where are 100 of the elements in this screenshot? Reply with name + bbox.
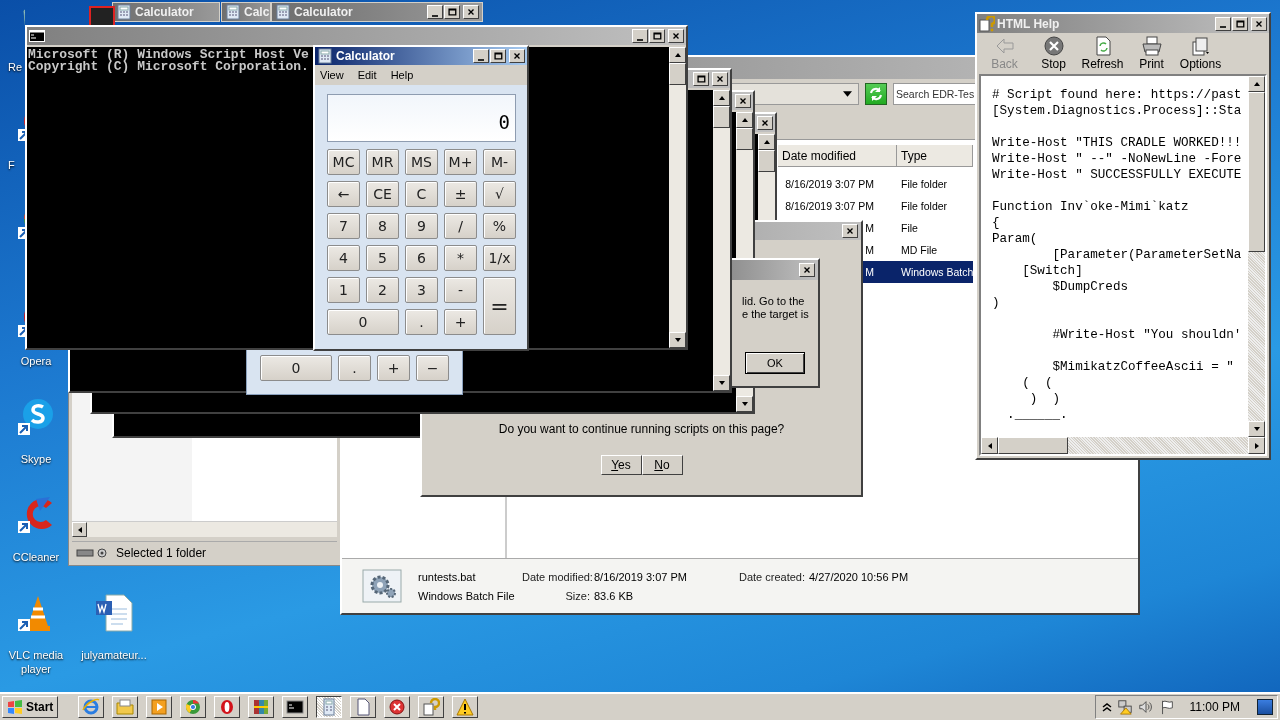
scroll-button[interactable]: [669, 332, 686, 348]
table-cell[interactable]: File: [897, 217, 973, 239]
scroll-thumb[interactable]: [736, 128, 753, 150]
scroll-button[interactable]: [72, 522, 87, 537]
calculator-key[interactable]: 7: [327, 213, 360, 239]
stop-button[interactable]: Stop: [1029, 33, 1078, 73]
menu-item[interactable]: Edit: [357, 69, 377, 81]
calculator-key[interactable]: 0: [260, 355, 332, 381]
start-button[interactable]: Start: [2, 696, 59, 718]
table-cell[interactable]: 8/16/2019 3:07 PM: [783, 195, 897, 217]
calculator-key[interactable]: 0: [327, 309, 399, 335]
maximize-button[interactable]: [649, 29, 665, 43]
scroll-thumb[interactable]: [758, 150, 775, 172]
scroll-button[interactable]: [1248, 421, 1265, 437]
minimize-button[interactable]: [1215, 16, 1231, 31]
print-button[interactable]: Print: [1127, 33, 1176, 73]
minimize-button[interactable]: [427, 5, 443, 19]
scroll-button[interactable]: [736, 112, 753, 128]
column-header[interactable]: Type: [897, 145, 973, 167]
calculator-key[interactable]: %: [483, 213, 516, 239]
scroll-thumb[interactable]: [998, 437, 1068, 454]
calculator-key[interactable]: .: [405, 309, 438, 335]
calculator-key[interactable]: 1: [327, 277, 360, 303]
ok-button[interactable]: OK: [745, 352, 805, 374]
calculator-key[interactable]: +: [444, 309, 477, 335]
close-button[interactable]: [509, 49, 525, 63]
show-desktop-button[interactable]: [1257, 699, 1273, 715]
close-button[interactable]: [1251, 16, 1267, 31]
calculator-key[interactable]: ←: [327, 181, 360, 207]
close-button[interactable]: [842, 224, 858, 238]
scroll-button[interactable]: [713, 375, 730, 391]
maximize-button[interactable]: [490, 49, 506, 63]
calculator-key[interactable]: 3: [405, 277, 438, 303]
calculator-key[interactable]: 5: [366, 245, 399, 271]
table-cell[interactable]: File folder: [897, 173, 973, 195]
scroll-button[interactable]: [1248, 437, 1265, 454]
calculator-key[interactable]: 2: [366, 277, 399, 303]
maximize-button[interactable]: [444, 5, 460, 19]
close-button[interactable]: [757, 116, 773, 130]
yes-button[interactable]: Yes: [600, 455, 642, 475]
refresh-button[interactable]: [865, 83, 887, 105]
scroll-thumb[interactable]: [1248, 92, 1265, 252]
calculator-key[interactable]: CE: [366, 181, 399, 207]
calculator-key[interactable]: M-: [483, 149, 516, 175]
no-button[interactable]: No: [641, 455, 683, 475]
minimize-button[interactable]: [473, 49, 489, 63]
calculator-key[interactable]: MC: [327, 149, 360, 175]
calculator-key[interactable]: 6: [405, 245, 438, 271]
calculator-key[interactable]: =: [483, 277, 516, 335]
calculator-key[interactable]: +: [377, 355, 410, 381]
calculator-key[interactable]: MR: [366, 149, 399, 175]
options-button[interactable]: Options: [1176, 33, 1225, 73]
document-icon[interactable]: [94, 593, 134, 633]
close-button[interactable]: [799, 263, 815, 277]
table-cell[interactable]: MD File: [897, 239, 973, 261]
menu-item[interactable]: Help: [390, 69, 414, 81]
scroll-button[interactable]: [981, 437, 998, 454]
table-cell[interactable]: File folder: [897, 195, 973, 217]
table-cell[interactable]: Windows Batch: [897, 261, 973, 283]
speaker-icon[interactable]: [1137, 699, 1154, 715]
calculator-key[interactable]: /: [444, 213, 477, 239]
calculator-key[interactable]: 9: [405, 213, 438, 239]
calculator-key[interactable]: −: [416, 355, 449, 381]
dropdown-icon[interactable]: [843, 90, 852, 98]
close-button[interactable]: [463, 5, 479, 19]
scrollbar[interactable]: [72, 521, 337, 537]
scroll-button[interactable]: [713, 90, 730, 106]
close-button[interactable]: [735, 94, 751, 108]
calculator-key[interactable]: *: [444, 245, 477, 271]
scrollbar[interactable]: [981, 437, 1265, 454]
close-button[interactable]: [668, 29, 684, 43]
clock[interactable]: 11:00 PM: [1189, 700, 1240, 714]
calculator-key[interactable]: ±: [444, 181, 477, 207]
calculator-key[interactable]: -: [444, 277, 477, 303]
minimize-button[interactable]: [632, 29, 648, 43]
scroll-button[interactable]: [758, 134, 775, 150]
calculator-key[interactable]: M+: [444, 149, 477, 175]
close-button[interactable]: [712, 72, 728, 86]
maximize-button[interactable]: [693, 72, 709, 86]
search-field[interactable]: Search EDR-Tes: [893, 83, 975, 105]
calculator-key[interactable]: 1/x: [483, 245, 516, 271]
calculator-key[interactable]: C: [405, 181, 438, 207]
table-cell[interactable]: M: [863, 239, 897, 261]
calculator-key[interactable]: √: [483, 181, 516, 207]
calculator-key[interactable]: 8: [366, 213, 399, 239]
table-cell[interactable]: M: [863, 217, 897, 239]
refresh-button[interactable]: Refresh: [1078, 33, 1127, 73]
table-cell[interactable]: 8/16/2019 3:07 PM: [783, 173, 897, 195]
calculator-key[interactable]: 4: [327, 245, 360, 271]
menu-item[interactable]: View: [320, 69, 344, 81]
skype-icon[interactable]: [16, 397, 56, 437]
taskbar-button[interactable]: [316, 696, 343, 718]
column-header[interactable]: Date modified: [778, 145, 897, 167]
scroll-thumb[interactable]: [713, 106, 730, 128]
table-cell[interactable]: M: [863, 261, 897, 283]
calculator-key[interactable]: MS: [405, 149, 438, 175]
scroll-thumb[interactable]: [669, 63, 686, 85]
maximize-button[interactable]: [1232, 16, 1248, 31]
chevron-icon[interactable]: [1101, 702, 1112, 712]
scrollbar[interactable]: [1248, 76, 1265, 437]
